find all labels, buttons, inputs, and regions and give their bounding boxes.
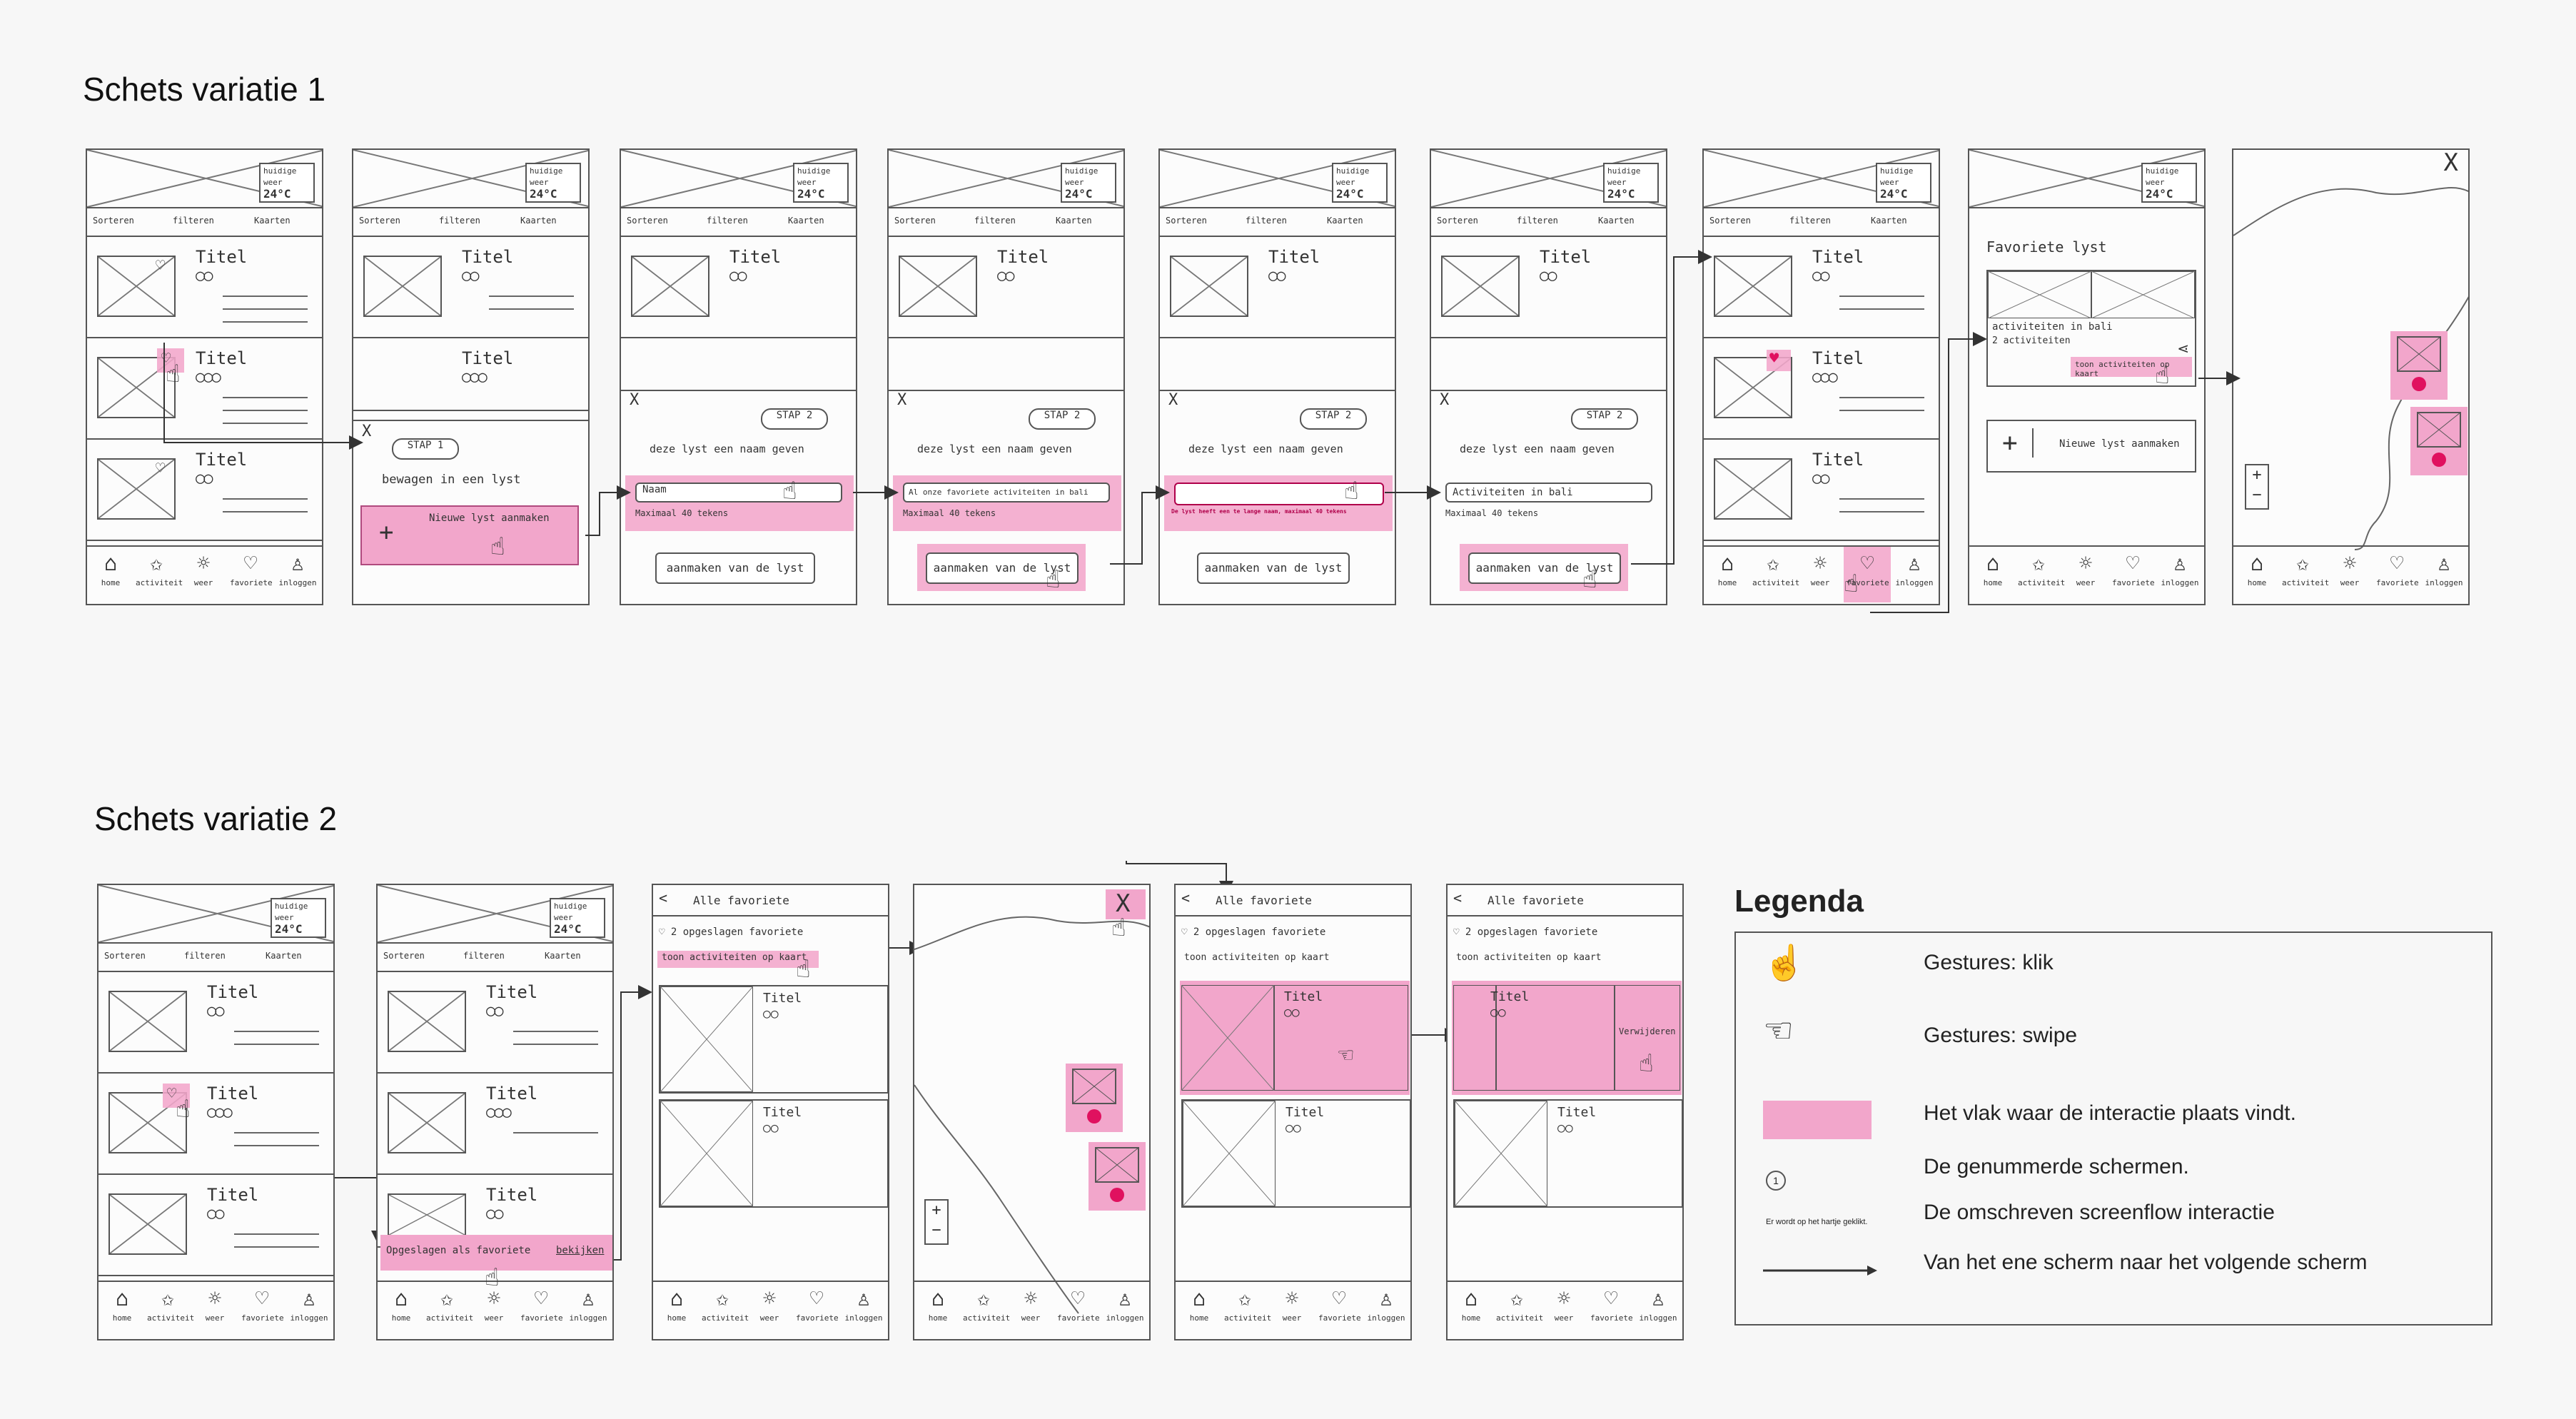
legend-numbered: De genummerde schermen.	[1924, 1155, 2189, 1178]
favorite-card[interactable]: Titel ○○	[1453, 1099, 1682, 1208]
sketch-screen-2-3: < Alle favoriete ♡ 2 opgeslagen favoriet…	[652, 884, 889, 1340]
sketch-screen-2-1: huidige weer 24°C Sorteren filteren Kaarten…	[97, 884, 335, 1340]
view-link[interactable]: bekijken	[556, 1245, 604, 1256]
tap-gesture-icon: ☝	[1639, 1049, 1654, 1078]
saved-message: Opgeslagen als favoriete	[386, 1245, 531, 1256]
header-title: Alle favoriete	[693, 894, 789, 907]
legend-number-sample: 1	[1766, 1171, 1786, 1191]
tap-gesture-icon: ☝	[1111, 914, 1126, 942]
tap-gesture-icon: ☝	[796, 955, 811, 984]
legend-title: Legenda	[1734, 884, 1864, 919]
show-on-map-link[interactable]: toon activiteiten op kaart	[662, 952, 807, 963]
legend-click: Gestures: klik	[1924, 951, 2054, 974]
saved-count: ♡ 2 opgeslagen favoriete	[659, 926, 804, 938]
legend-swipe: Gestures: swipe	[1924, 1024, 2078, 1047]
tap-gesture-icon: ☝	[485, 1263, 500, 1292]
swipe-gesture-icon: ☜	[1338, 1041, 1353, 1069]
back-icon[interactable]: <	[659, 889, 667, 907]
click-gesture-icon: ☝	[1763, 944, 1806, 982]
back-icon[interactable]: <	[1181, 889, 1190, 907]
favorite-card-swiped[interactable]: Titel ○○ Verwijderen ☝	[1452, 981, 1682, 1095]
swipe-gesture-icon: ☜	[1763, 1012, 1794, 1050]
map-marker-activity[interactable]	[1066, 1064, 1123, 1132]
back-icon[interactable]: <	[1453, 889, 1462, 907]
legend-described-sample: Er wordt op het hartje geklikt.	[1766, 1218, 1868, 1226]
map-marker-activity[interactable]	[1089, 1142, 1146, 1211]
sketch-screen-2-2: huidige weer 24°C Sorteren filteren Kaarten…	[376, 884, 614, 1340]
legend-described: De omschreven screenflow interactie	[1924, 1201, 2275, 1224]
favorites-header: < Alle favoriete	[653, 885, 888, 916]
legend-flow: Van het ene scherm naar het volgende sch…	[1924, 1251, 2368, 1274]
favorite-card[interactable]: Titel ○○	[1181, 1099, 1410, 1208]
favorite-card-swiped[interactable]: Titel ○○ ☜	[1180, 981, 1410, 1095]
favorite-card[interactable]: Titel ○○	[659, 985, 888, 1094]
sketch-screen-2-4-map: X ☝ + − ⌂ home ✩ activiteit ☼ weer ♡ favoriet…	[913, 884, 1151, 1340]
favorite-card[interactable]: Titel ○○	[659, 1099, 888, 1208]
legend-area: Het vlak waar de interactie plaats vindt…	[1924, 1101, 2296, 1125]
sketch-screen-2-5: < Alle favoriete ♡ 2 opgeslagen favoriet…	[1174, 884, 1412, 1340]
legend-area-swatch	[1763, 1101, 1872, 1139]
delete-button[interactable]: Verwijderen	[1619, 1026, 1675, 1036]
sketch-screen-2-6: < Alle favoriete ♡ 2 opgeslagen favoriet…	[1446, 884, 1684, 1340]
legend-arrow	[1763, 1266, 1877, 1276]
zoom-control[interactable]: + −	[924, 1199, 949, 1245]
